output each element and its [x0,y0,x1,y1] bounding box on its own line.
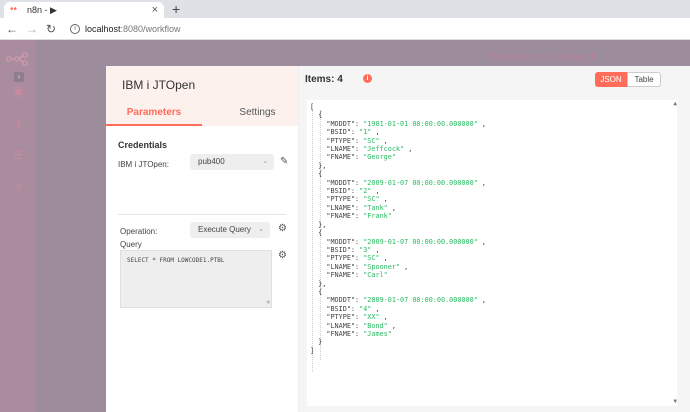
json-object-close: }, [310,220,327,229]
url-text[interactable]: localhost:8080/workflow [85,24,181,34]
query-label: Query [120,240,142,249]
json-object-open: { [310,111,323,120]
json-field: "PTYPE": "SC" , [326,136,388,145]
tab-parameters[interactable]: Parameters [106,102,202,126]
json-field: "FNAME": "Frank" [326,212,392,221]
credential-select[interactable]: pub400 ⌄ [190,154,274,170]
json-field: "PTYPE": "XX" , [326,313,388,322]
json-field: "MODDT": "2009-01-07 00:00:00.000000" , [326,178,486,187]
items-count-label: Items: 4 [305,74,343,85]
output-panel: Items: 4 i JSON Table [ { "MODDT": "1901… [299,66,690,412]
list-icon[interactable]: ☰ [11,148,25,162]
json-object-close: } [310,338,323,347]
json-output[interactable]: [ { "MODDT": "1901-01-01 00:00:00.000000… [307,100,677,406]
json-field: "FNAME": "James" [326,329,392,338]
json-object-close: }, [310,161,327,170]
query-input[interactable]: SELECT * FROM LOWCODE1.PTBL ≑ [120,250,272,308]
sidebar: › ▣ ⚷ ☰ ? [0,40,36,412]
json-field: "PTYPE": "SC" , [326,254,388,263]
json-field: "FNAME": "George" [326,153,396,162]
table-view-button[interactable]: Table [627,72,661,87]
close-tab-icon[interactable]: × [152,4,158,16]
json-field: "LNAME": "Bond" , [326,321,396,330]
browser-tab[interactable]: •• n8n - ▶ × [4,2,164,18]
browser-nav-bar: ← → ↻ i localhost:8080/workflow [0,18,690,40]
chevron-down-icon: ⌄ [258,226,264,233]
tab-title: n8n - ▶ [27,4,57,15]
info-icon[interactable]: i [363,74,372,83]
json-bracket: [ [310,103,315,111]
key-icon[interactable]: ⚷ [11,116,25,130]
forward-icon[interactable]: → [26,22,38,36]
json-field: "PTYPE": "SC" , [326,195,388,204]
json-field: "LNAME": "Tank" , [326,203,396,212]
json-object-close: }, [310,279,327,288]
json-field: "LNAME": "Jeffcock" , [326,145,413,154]
parameters-body: Credentials IBM i JTOpen: pub400 ⌄ ✎ Ope… [106,126,299,412]
chevron-down-icon: ⌄ [262,158,268,165]
operation-label: Operation: [120,227,158,236]
credential-label: IBM i JTOpen: [118,160,169,169]
node-details-modal: IBM i JTOpen Parameters Settings Credent… [106,66,690,412]
n8n-favicon-icon: •• [10,4,18,15]
json-object-open: { [310,229,323,238]
resize-handle-icon[interactable]: ≑ [266,299,270,306]
credentials-heading: Credentials [118,140,168,150]
browser-tab-bar: •• n8n - ▶ × + [0,0,690,18]
edit-icon[interactable]: ✎ [280,156,288,167]
json-field: "FNAME": "Carl" [326,271,388,280]
json-field: "MODDT": "2009-01-07 00:00:00.000000" , [326,237,486,246]
json-bracket: ] [310,346,315,355]
json-field: "MODDT": "1901-01-01 00:00:00.000000" , [326,119,486,128]
new-tab-button[interactable]: + [172,1,180,17]
scroll-up-icon[interactable]: ▲ [673,100,677,108]
n8n-logo-icon[interactable] [6,52,30,66]
workflow-icon[interactable]: ▣ [11,84,25,98]
json-view-button[interactable]: JSON [595,72,627,87]
json-object-open: { [310,170,323,179]
help-icon[interactable]: ? [11,182,25,196]
node-title[interactable]: IBM i JTOpen [122,78,195,92]
gear-icon[interactable]: ⚙ [278,223,287,234]
operation-select[interactable]: Execute Query ⌄ [190,222,270,238]
json-field: "MODDT": "2009-01-07 00:00:00.000000" , [326,296,486,305]
json-field: "BSID": "2" , [326,187,380,196]
unsaved-notice: Workflow was not saved! [486,52,597,63]
json-field: "BSID": "3" , [326,245,380,254]
json-field: "BSID": "1" , [326,128,380,137]
json-object-open: { [310,287,323,296]
parameters-panel: IBM i JTOpen Parameters Settings Credent… [106,66,299,412]
json-field: "LNAME": "Spooner" , [326,262,409,271]
scroll-down-icon[interactable]: ▼ [673,398,677,406]
address-bar[interactable]: i localhost:8080/workflow [70,23,181,34]
sidebar-expand-icon[interactable]: › [14,72,24,82]
json-field: "BSID": "4" , [326,304,380,313]
info-icon[interactable]: i [70,23,80,34]
gear-icon[interactable]: ⚙ [278,250,287,261]
divider [118,214,286,215]
back-icon[interactable]: ← [6,22,18,36]
n8n-app: › ▣ ⚷ ☰ ? Workflow was not saved! IBM i … [0,40,690,412]
node-header: IBM i JTOpen Parameters Settings [106,66,299,126]
reload-icon[interactable]: ↻ [46,22,56,36]
tab-settings[interactable]: Settings [216,102,299,126]
